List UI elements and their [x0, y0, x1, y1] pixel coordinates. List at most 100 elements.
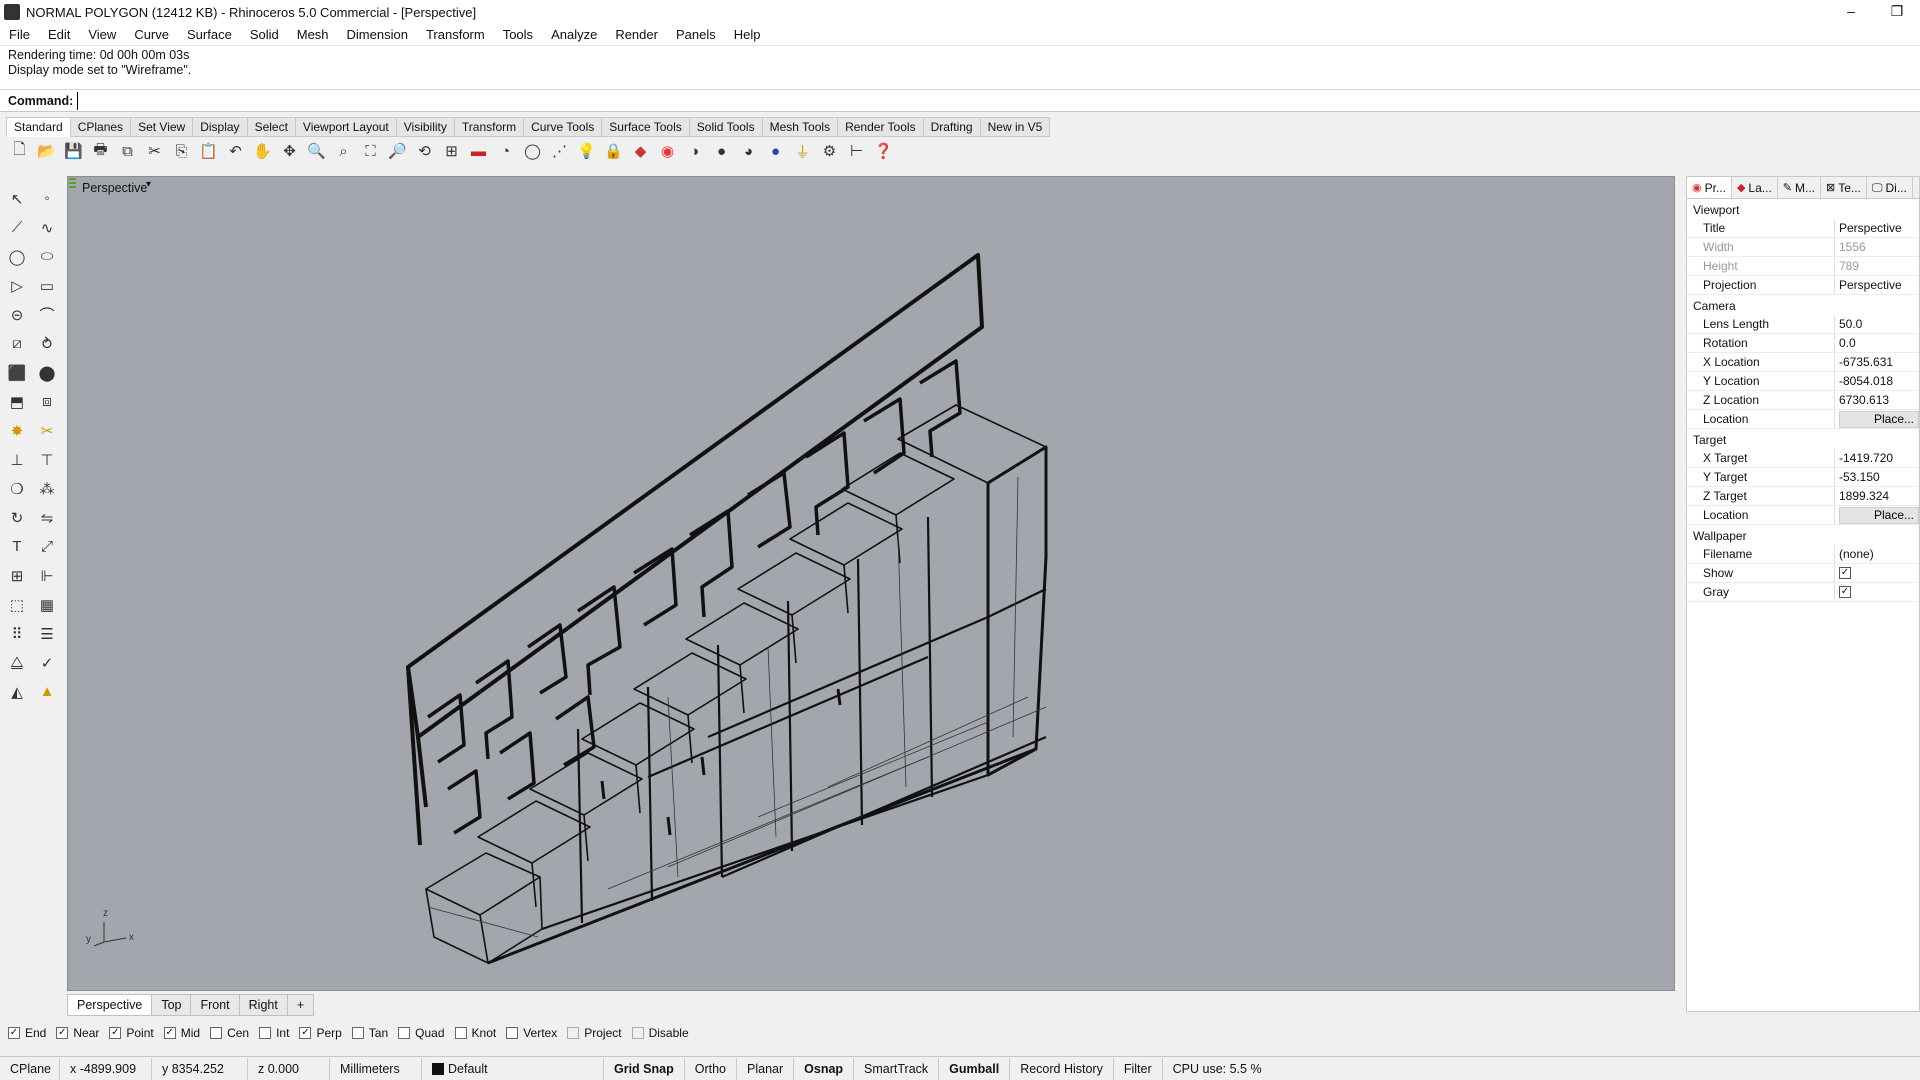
analyze-icon[interactable]: ⧋: [2, 648, 32, 677]
menu-analyze[interactable]: Analyze: [542, 24, 606, 46]
mirror-icon[interactable]: ⇋: [32, 503, 62, 532]
viewport-tab-perspective[interactable]: Perspective: [67, 994, 153, 1016]
point-icon[interactable]: ◦: [32, 184, 62, 213]
shaded-sphere-icon[interactable]: ◑: [681, 138, 708, 164]
osnap-tan[interactable]: Tan: [351, 1026, 388, 1040]
tab-curve-tools[interactable]: Curve Tools: [523, 117, 603, 137]
paste-icon[interactable]: 📋: [195, 138, 222, 164]
minimize-button[interactable]: –: [1828, 0, 1874, 24]
surface-corner-icon[interactable]: ⧄: [2, 329, 32, 358]
checkbox[interactable]: [398, 1027, 411, 1039]
circle-tool-icon[interactable]: ◯: [2, 242, 32, 271]
status-osnap[interactable]: Osnap: [794, 1057, 855, 1080]
osnap-end[interactable]: ✓ End: [8, 1026, 46, 1040]
perspective-viewport[interactable]: Perspective ▾ z x y: [67, 176, 1675, 991]
panel-tab-layers[interactable]: ◆ La...: [1732, 177, 1778, 198]
tab-set-view[interactable]: Set View: [130, 117, 194, 137]
new-file-icon[interactable]: 🗋: [6, 138, 33, 164]
text-icon[interactable]: T: [2, 532, 32, 561]
prop-row-z-location[interactable]: Z Location 6730.613: [1687, 391, 1919, 410]
prop-row-y-location[interactable]: Y Location -8054.018: [1687, 372, 1919, 391]
panel-tab-display[interactable]: 🖵 Di...: [1867, 177, 1913, 198]
zoom-selected-icon[interactable]: 🔎: [384, 138, 411, 164]
osnap-cen[interactable]: Cen: [210, 1026, 249, 1040]
prop-row-filename[interactable]: Filename (none): [1687, 545, 1919, 564]
osnap-disable[interactable]: Disable: [631, 1026, 689, 1040]
curve-icon[interactable]: ∿: [32, 213, 62, 242]
viewport-tab-front[interactable]: Front: [190, 994, 240, 1016]
checkbox[interactable]: ✓: [56, 1027, 69, 1039]
menu-render[interactable]: Render: [606, 24, 667, 46]
move-view-icon[interactable]: ✥: [276, 138, 303, 164]
menu-view[interactable]: View: [79, 24, 125, 46]
menu-dimension[interactable]: Dimension: [338, 24, 417, 46]
menu-solid[interactable]: Solid: [241, 24, 288, 46]
select-arrow-icon[interactable]: ↖: [2, 184, 32, 213]
mesh-icon[interactable]: ⧈: [32, 387, 62, 416]
status-units[interactable]: Millimeters: [330, 1057, 422, 1080]
tab-standard[interactable]: Standard: [6, 117, 71, 137]
target-place-button[interactable]: Place...: [1839, 507, 1919, 524]
layer-icon[interactable]: ◆: [627, 138, 654, 164]
tab-surface-tools[interactable]: Surface Tools: [601, 117, 690, 137]
filter-icon[interactable]: ⏚: [789, 138, 816, 164]
offset-icon[interactable]: ⊝: [2, 300, 32, 329]
show-checkbox[interactable]: ✓: [1839, 567, 1851, 579]
tab-render-tools[interactable]: Render Tools: [837, 117, 924, 137]
status-ortho[interactable]: Ortho: [685, 1057, 737, 1080]
osnap-int[interactable]: Int: [259, 1026, 289, 1040]
checkbox[interactable]: [210, 1027, 223, 1039]
solid-box-icon[interactable]: ⬚: [2, 590, 32, 619]
explode-icon[interactable]: ✸: [2, 416, 32, 445]
prop-row-rotation[interactable]: Rotation 0.0: [1687, 334, 1919, 353]
checkbox[interactable]: [351, 1027, 364, 1039]
tab-visibility[interactable]: Visibility: [395, 117, 455, 137]
zoom-icon[interactable]: 🔍: [303, 138, 330, 164]
tab-display[interactable]: Display: [192, 117, 248, 137]
four-viewports-icon[interactable]: ⊞: [438, 138, 465, 164]
grid-snap-icon[interactable]: ⋰: [546, 138, 573, 164]
render-preview-icon[interactable]: ◔: [492, 138, 519, 164]
osnap-quad[interactable]: Quad: [398, 1026, 445, 1040]
menu-file[interactable]: File: [0, 24, 39, 46]
join-icon[interactable]: ⊤: [32, 445, 62, 474]
rectangle-icon[interactable]: ▭: [32, 271, 62, 300]
light-icon[interactable]: 💡: [573, 138, 600, 164]
save-icon[interactable]: 💾: [60, 138, 87, 164]
status-layer[interactable]: Default: [422, 1057, 604, 1080]
osnap-point[interactable]: ✓ Point: [109, 1026, 154, 1040]
material-sphere-icon[interactable]: ◕: [735, 138, 762, 164]
prop-row-title[interactable]: Title Perspective: [1687, 219, 1919, 238]
tab-drafting[interactable]: Drafting: [922, 117, 981, 137]
rotate-view-icon[interactable]: ⟲: [411, 138, 438, 164]
status-smarttrack[interactable]: SmartTrack: [854, 1057, 940, 1080]
boolean-icon[interactable]: ⬤: [32, 358, 62, 387]
add-viewport-tab-icon[interactable]: +: [286, 994, 315, 1016]
copy-icon[interactable]: ⎘: [168, 138, 195, 164]
prop-row-y-target[interactable]: Y Target -53.150: [1687, 468, 1919, 487]
undo-icon[interactable]: ↶: [222, 138, 249, 164]
status-planar[interactable]: Planar: [737, 1057, 795, 1080]
prop-row-x-location[interactable]: X Location -6735.631: [1687, 353, 1919, 372]
fillet-icon[interactable]: ⌒: [32, 300, 62, 329]
import-icon[interactable]: ⧉: [114, 138, 141, 164]
menu-transform[interactable]: Transform: [417, 24, 494, 46]
command-input[interactable]: [77, 91, 1920, 110]
checkbox[interactable]: ✓: [299, 1027, 312, 1039]
trim-icon[interactable]: ✂: [32, 416, 62, 445]
env-sphere-icon[interactable]: ●: [762, 138, 789, 164]
prop-row-lens-length[interactable]: Lens Length 50.0: [1687, 315, 1919, 334]
ungroup-icon[interactable]: ⁂: [32, 474, 62, 503]
rendered-sphere-icon[interactable]: ●: [708, 138, 735, 164]
extrude-icon[interactable]: ⬒: [2, 387, 32, 416]
tab-viewport-layout[interactable]: Viewport Layout: [294, 117, 397, 137]
grid-array-icon[interactable]: ⠿: [2, 619, 32, 648]
zoom-window-icon[interactable]: ⌕: [330, 138, 357, 164]
print-icon[interactable]: 🖶: [87, 138, 114, 164]
check-icon[interactable]: ✓: [32, 648, 62, 677]
status-gumball[interactable]: Gumball: [939, 1057, 1011, 1080]
status-grid-snap[interactable]: Grid Snap: [604, 1057, 685, 1080]
zoom-extents-icon[interactable]: ⛶: [357, 138, 384, 164]
tab-select[interactable]: Select: [246, 117, 296, 137]
menu-mesh[interactable]: Mesh: [288, 24, 338, 46]
